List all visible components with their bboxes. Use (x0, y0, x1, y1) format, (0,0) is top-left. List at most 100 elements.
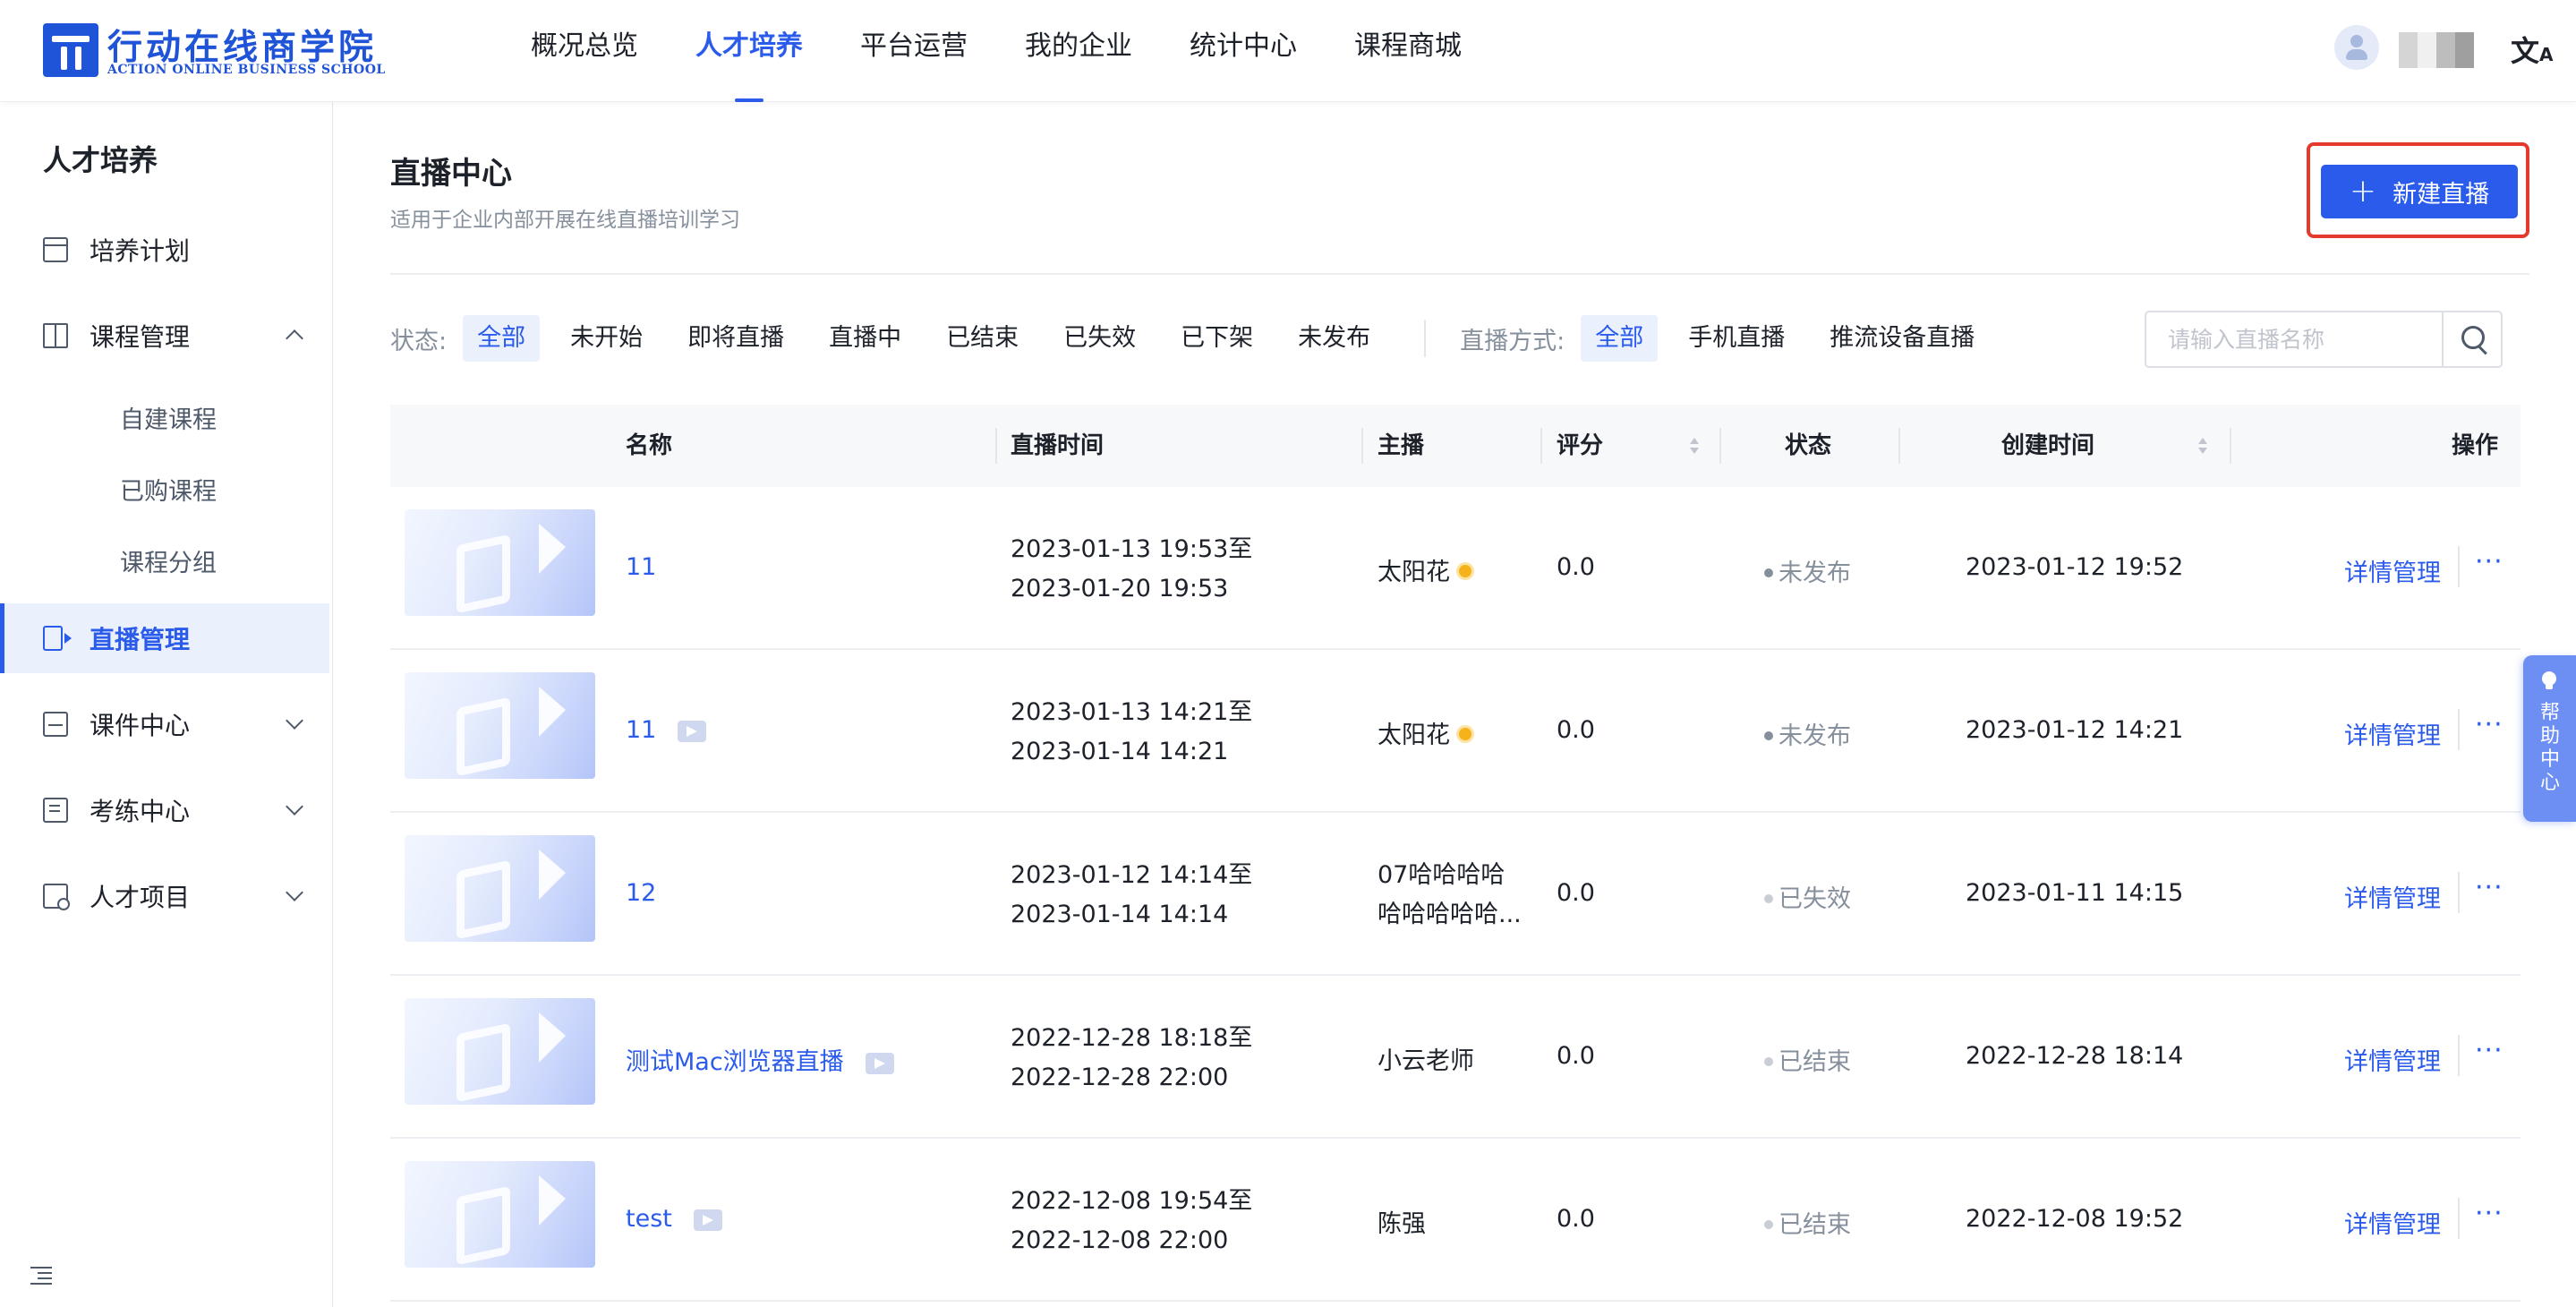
sidebar-subitem-course-groups[interactable]: 课程分组 (120, 543, 217, 578)
more-actions-icon[interactable]: ··· (2475, 1035, 2503, 1066)
live-stream-icon (865, 1052, 894, 1074)
live-name[interactable]: 12 (626, 879, 656, 907)
more-actions-icon[interactable]: ··· (2475, 709, 2503, 740)
sidebar-item-label: 直播管理 (90, 625, 191, 654)
more-actions-icon[interactable]: ··· (2475, 1198, 2503, 1229)
sidebar-item-live-management[interactable]: 直播管理 (0, 603, 329, 673)
nav-overview[interactable]: 概况总览 (531, 0, 638, 102)
created-time: 2023-01-11 14:15 (1966, 879, 2184, 907)
new-live-button[interactable]: + 新建直播 (2321, 165, 2518, 218)
mode-filter-label: 直播方式: (1460, 327, 1565, 355)
logo[interactable]: 行动在线商学院 ACTION ONLINE BUSINESS SCHOOL (43, 20, 385, 81)
status-filter-delisted[interactable]: 已下架 (1166, 315, 1267, 362)
status-filter-not-started[interactable]: 未开始 (556, 315, 657, 362)
status-filter-ended[interactable]: 已结束 (932, 315, 1033, 362)
status-filter-unpublished[interactable]: 未发布 (1284, 315, 1385, 362)
live-thumbnail[interactable] (405, 1161, 595, 1268)
live-thumbnail[interactable] (405, 509, 595, 616)
sidebar-subitem-purchased-courses[interactable]: 已购课程 (120, 472, 217, 507)
nav-operations[interactable]: 平台运营 (860, 0, 968, 102)
mode-filter-stream-device[interactable]: 推流设备直播 (1815, 315, 1989, 362)
collapse-sidebar-icon[interactable] (30, 1267, 52, 1285)
sidebar-item-plan[interactable]: 培养计划 (0, 215, 329, 285)
sidebar-item-courseware[interactable]: 课件中心 (0, 689, 329, 759)
created-time: 2023-01-12 19:52 (1966, 553, 2184, 581)
live-score: 0.0 (1557, 879, 1595, 907)
sidebar-subitem-own-courses[interactable]: 自建课程 (120, 400, 217, 435)
live-name-text[interactable]: 12 (626, 879, 656, 907)
nav-course-mall[interactable]: 课程商城 (1354, 0, 1462, 102)
action-divider (2458, 1198, 2460, 1239)
table-row: test 2022-12-08 19:54至 2022-12-08 22:00 陈… (390, 1139, 2521, 1302)
column-divider (2230, 428, 2231, 464)
live-name[interactable]: test (626, 1205, 722, 1233)
nav-statistics[interactable]: 统计中心 (1190, 0, 1297, 102)
status-dot-icon (1764, 730, 1773, 740)
column-divider (1719, 428, 1721, 464)
live-time: 2022-12-28 18:18至 2022-12-28 22:00 (1011, 1019, 1252, 1098)
live-time: 2023-01-12 14:14至 2023-01-14 14:14 (1011, 856, 1252, 935)
user-avatar-icon[interactable] (2334, 25, 2379, 70)
mode-filter-mobile[interactable]: 手机直播 (1674, 315, 1799, 362)
detail-manage-link[interactable]: 详情管理 (2344, 879, 2441, 914)
project-icon (43, 884, 70, 910)
status-text: 已结束 (1778, 1048, 1851, 1076)
live-thumbnail[interactable] (405, 998, 595, 1105)
live-name-text[interactable]: 11 (626, 553, 656, 581)
live-stream-icon (693, 1209, 722, 1231)
live-time-start: 2023-01-12 14:14至 (1011, 861, 1253, 889)
table-row: 11 2023-01-13 14:21至 2023-01-14 14:21 太阳花… (390, 650, 2521, 813)
filter-divider (1424, 320, 1427, 357)
nav-talent[interactable]: 人才培养 (695, 0, 803, 102)
status-filter-live[interactable]: 直播中 (815, 315, 916, 362)
live-time-end: 2022-12-28 22:00 (1011, 1064, 1229, 1091)
detail-manage-link[interactable]: 详情管理 (2344, 1205, 2441, 1240)
status-filter-expired[interactable]: 已失效 (1049, 315, 1150, 362)
table-row: 12 2023-01-12 14:14至 2023-01-14 14:14 07哈… (390, 813, 2521, 976)
action-divider (2458, 546, 2460, 587)
live-time: 2022-12-08 19:54至 2022-12-08 22:00 (1011, 1182, 1252, 1260)
status-filter-upcoming[interactable]: 即将直播 (673, 315, 798, 362)
nav-my-company[interactable]: 我的企业 (1025, 0, 1132, 102)
live-name-text[interactable]: 11 (626, 716, 656, 744)
search-input[interactable] (2146, 312, 2442, 366)
live-name-text[interactable]: 测试Mac浏览器直播 (626, 1048, 844, 1076)
more-actions-icon[interactable]: ··· (2475, 546, 2503, 577)
column-created-time[interactable]: 创建时间 (2001, 405, 2094, 487)
column-live-time: 直播时间 (1011, 432, 1105, 459)
status-text: 已结束 (1778, 1211, 1851, 1239)
translate-icon[interactable]: 文A (2511, 29, 2554, 70)
sort-created-icon[interactable] (2198, 438, 2207, 456)
status-dot-icon (1764, 1056, 1773, 1066)
live-name[interactable]: 测试Mac浏览器直播 (626, 1042, 894, 1077)
live-stream-icon (678, 720, 707, 742)
live-thumbnail[interactable] (405, 672, 595, 779)
column-divider (1898, 428, 1900, 464)
detail-manage-link[interactable]: 详情管理 (2344, 716, 2441, 751)
column-score[interactable]: 评分 (1557, 405, 1603, 487)
sidebar-item-talent-project[interactable]: 人才项目 (0, 861, 329, 931)
page-description: 适用于企业内部开展在线直播培训学习 (390, 209, 740, 232)
status-filter-all[interactable]: 全部 (463, 315, 541, 362)
live-score: 0.0 (1557, 553, 1595, 581)
created-time: 2022-12-08 19:52 (1966, 1205, 2184, 1233)
help-center-tab[interactable]: 帮助中心 (2523, 655, 2576, 822)
sort-score-icon[interactable] (1690, 438, 1699, 456)
sidebar-item-exam-center[interactable]: 考练中心 (0, 775, 329, 845)
inbox-icon (43, 712, 68, 737)
user-name-blurred[interactable] (2399, 32, 2474, 68)
search-icon[interactable] (2442, 312, 2501, 366)
mode-filter-all[interactable]: 全部 (1581, 315, 1659, 362)
more-actions-icon[interactable]: ··· (2475, 872, 2503, 903)
live-host: 太阳花 (1378, 716, 1477, 756)
detail-manage-link[interactable]: 详情管理 (2344, 1042, 2441, 1077)
detail-manage-link[interactable]: 详情管理 (2344, 553, 2441, 588)
column-name: 名称 (626, 432, 673, 459)
live-name-text[interactable]: test (626, 1205, 672, 1233)
live-time: 2023-01-13 14:21至 2023-01-14 14:21 (1011, 693, 1252, 772)
exam-icon (43, 798, 68, 823)
live-name[interactable]: 11 (626, 716, 707, 744)
live-name[interactable]: 11 (626, 553, 656, 581)
sidebar-item-course-management[interactable]: 课程管理 (0, 301, 329, 371)
live-thumbnail[interactable] (405, 835, 595, 942)
